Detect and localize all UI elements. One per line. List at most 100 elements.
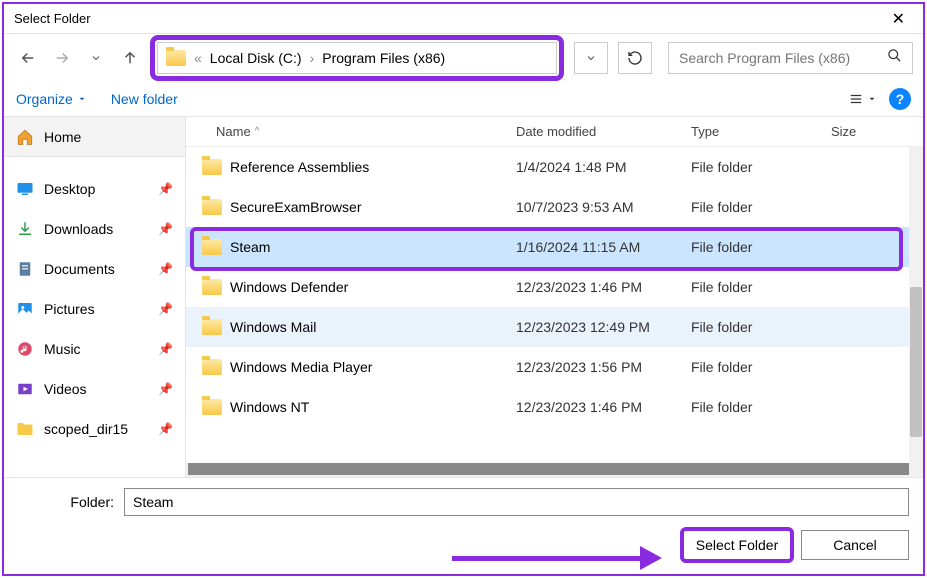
dialog-window: Select Folder ✕ « Local Disk (C:) › Prog… (2, 2, 925, 576)
file-row[interactable]: Windows NT12/23/2023 1:46 PMFile folder (186, 387, 923, 427)
up-button[interactable] (116, 44, 144, 72)
col-name[interactable]: Name^ (186, 124, 516, 139)
file-row[interactable]: Windows Media Player 12/23/2023 1:56 PMFi… (186, 347, 923, 387)
folder-icon (202, 279, 222, 295)
back-button[interactable] (14, 44, 42, 72)
sidebar-item[interactable]: Downloads 📌 (4, 209, 185, 249)
file-name: SecureExamBrowser (230, 199, 362, 215)
folder-icon (202, 359, 222, 375)
file-row[interactable]: Steam 1/16/2024 11:15 AMFile folder (186, 227, 923, 267)
sidebar: Home Desktop📌Downloads📌Documents📌Picture… (4, 117, 186, 477)
breadcrumb-root[interactable]: Local Disk (C:) (210, 50, 302, 66)
sidebar-item[interactable]: Pictures 📌 (4, 289, 185, 329)
pin-icon: 📌 (158, 262, 173, 276)
sidebar-icon (16, 180, 34, 198)
vscrollbar[interactable] (909, 147, 923, 477)
sidebar-home-label: Home (44, 129, 81, 145)
file-type: File folder (691, 239, 831, 255)
pin-icon: 📌 (158, 302, 173, 316)
sidebar-item-label: scoped_dir15 (44, 421, 128, 437)
sidebar-item[interactable]: Documents 📌 (4, 249, 185, 289)
sidebar-item-label: Desktop (44, 181, 95, 197)
file-name: Windows Defender (230, 279, 348, 295)
file-date: 1/4/2024 1:48 PM (516, 159, 691, 175)
close-icon[interactable]: ✕ (884, 7, 913, 31)
file-date: 12/23/2023 1:46 PM (516, 399, 691, 415)
file-date: 12/23/2023 1:56 PM (516, 359, 691, 375)
pin-icon: 📌 (158, 382, 173, 396)
sidebar-item-label: Documents (44, 261, 115, 277)
sidebar-item-label: Music (44, 341, 81, 357)
organize-label: Organize (16, 91, 73, 107)
sidebar-icon (16, 380, 34, 398)
address-dropdown[interactable] (574, 42, 608, 74)
col-date[interactable]: Date modified (516, 124, 691, 139)
annotation-arrow (452, 552, 662, 564)
sidebar-item[interactable]: scoped_dir15 📌 (4, 409, 185, 449)
file-type: File folder (691, 159, 831, 175)
search-input[interactable] (679, 50, 887, 66)
recent-dropdown-icon[interactable] (82, 44, 110, 72)
col-size[interactable]: Size (831, 124, 891, 139)
select-folder-button[interactable]: Select Folder (683, 530, 791, 560)
file-type: File folder (691, 279, 831, 295)
search-box[interactable] (668, 42, 913, 74)
organize-menu[interactable]: Organize (16, 91, 87, 107)
sidebar-item[interactable]: Desktop📌 (4, 169, 185, 209)
file-name: Reference Assemblies (230, 159, 369, 175)
window-title: Select Folder (14, 11, 91, 26)
file-type: File folder (691, 199, 831, 215)
address-bar[interactable]: « Local Disk (C:) › Program Files (x86) (157, 42, 557, 74)
file-date: 12/23/2023 1:46 PM (516, 279, 691, 295)
address-bar-highlight: « Local Disk (C:) › Program Files (x86) (150, 35, 564, 81)
new-folder-button[interactable]: New folder (111, 91, 178, 107)
file-list: Reference Assemblies1/4/2024 1:48 PMFile… (186, 147, 923, 463)
pin-icon: 📌 (158, 422, 173, 436)
sidebar-item-label: Downloads (44, 221, 113, 237)
file-row[interactable]: Windows Mail12/23/2023 12:49 PMFile fold… (186, 307, 923, 347)
sidebar-home[interactable]: Home (4, 117, 185, 157)
help-icon[interactable]: ? (889, 88, 911, 110)
file-row[interactable]: Windows Defender 12/23/2023 1:46 PMFile f… (186, 267, 923, 307)
pin-icon: 📌 (158, 342, 173, 356)
refresh-button[interactable] (618, 42, 652, 74)
search-icon[interactable] (887, 48, 902, 68)
file-date: 10/7/2023 9:53 AM (516, 199, 691, 215)
cancel-button[interactable]: Cancel (801, 530, 909, 560)
breadcrumb-prefix: « (194, 50, 202, 66)
file-name: Windows Mail (230, 319, 316, 335)
sidebar-icon (16, 420, 34, 438)
sidebar-icon (16, 260, 34, 278)
hscrollbar[interactable] (186, 463, 923, 477)
sidebar-icon (16, 220, 34, 238)
sidebar-item[interactable]: Videos📌 (4, 369, 185, 409)
file-date: 1/16/2024 11:15 AM (516, 239, 691, 255)
file-pane: Name^ Date modified Type Size Reference … (186, 117, 923, 477)
bottom-panel: Folder: Select Folder Cancel (4, 477, 923, 574)
chevron-right-icon: › (310, 50, 315, 66)
folder-icon (202, 159, 222, 175)
folder-icon (202, 239, 222, 255)
sidebar-item[interactable]: Music 📌 (4, 329, 185, 369)
forward-button[interactable] (48, 44, 76, 72)
file-date: 12/23/2023 12:49 PM (516, 319, 691, 335)
file-type: File folder (691, 359, 831, 375)
breadcrumb-path[interactable]: Program Files (x86) (322, 50, 445, 66)
folder-input[interactable] (124, 488, 909, 516)
folder-icon (202, 199, 222, 215)
pin-icon: 📌 (158, 222, 173, 236)
file-row[interactable]: Reference Assemblies 1/4/2024 1:48 PMFile… (186, 147, 923, 187)
file-row[interactable]: SecureExamBrowser 10/7/2023 9:53 AMFile f… (186, 187, 923, 227)
file-name: Steam (230, 239, 270, 255)
view-options[interactable] (847, 92, 877, 106)
col-type[interactable]: Type (691, 124, 831, 139)
drive-icon (166, 50, 186, 66)
home-icon (16, 128, 34, 146)
file-name: Windows Media Player (230, 359, 372, 375)
sort-asc-icon: ^ (255, 126, 260, 137)
titlebar: Select Folder ✕ (4, 4, 923, 34)
sidebar-icon (16, 300, 34, 318)
file-name: Windows NT (230, 399, 309, 415)
sidebar-item-label: Pictures (44, 301, 95, 317)
sidebar-icon (16, 340, 34, 358)
